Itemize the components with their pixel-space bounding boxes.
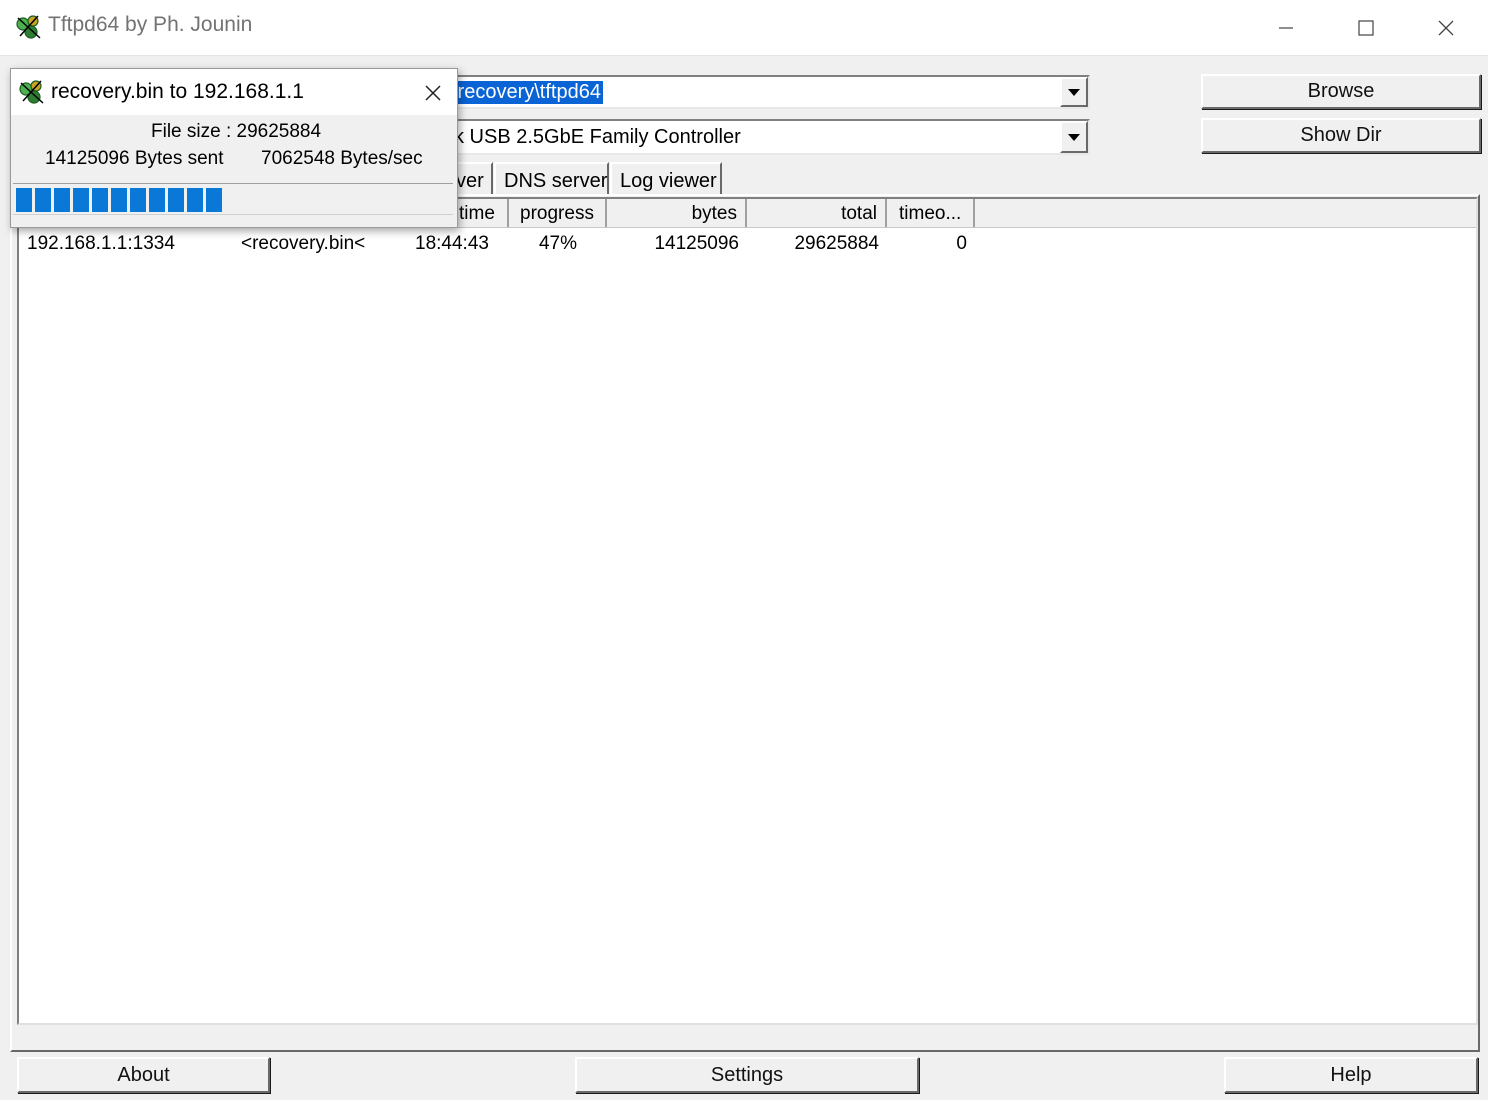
interface-dropdown-button[interactable] <box>1060 121 1088 153</box>
progress-block <box>206 188 222 212</box>
cell-file: <recovery.bin< <box>241 233 366 254</box>
progress-block <box>187 188 203 212</box>
tftpd-app-icon <box>19 80 44 104</box>
progress-block <box>111 188 127 212</box>
minimize-icon <box>1279 26 1293 29</box>
progress-block <box>168 188 184 212</box>
tftpd-app-icon <box>16 15 41 39</box>
cell-peer: 192.168.1.1:1334 <box>27 233 175 254</box>
minimize-button[interactable] <box>1246 0 1326 55</box>
directory-dropdown-button[interactable] <box>1060 77 1088 107</box>
current-directory-value: \recovery\tftpd64 <box>450 81 603 104</box>
about-button[interactable]: About <box>17 1057 270 1093</box>
column-header-timeout[interactable]: timeo... <box>887 199 975 227</box>
transfer-progress-dialog[interactable]: recovery.bin to 192.168.1.1 File size : … <box>10 68 458 228</box>
cell-progress: 47% <box>538 233 578 254</box>
server-interface-combo[interactable]: k USB 2.5GbE Family Controller <box>440 119 1090 155</box>
browse-button[interactable]: Browse <box>1201 74 1481 109</box>
column-header-progress[interactable]: progress <box>509 199 607 227</box>
title-bar: Tftpd64 by Ph. Jounin <box>0 0 1488 56</box>
bytes-sent-text: 14125096 Bytes sent <box>45 148 224 169</box>
progress-block <box>35 188 51 212</box>
tab-log-viewer[interactable]: Log viewer <box>610 162 722 194</box>
chevron-down-icon <box>1068 88 1080 96</box>
column-header-total[interactable]: total <box>747 199 887 227</box>
dialog-title: recovery.bin to 192.168.1.1 <box>51 80 304 103</box>
current-directory-combo[interactable]: \recovery\tftpd64 <box>440 75 1090 109</box>
cell-time: 18:44:43 <box>415 233 489 254</box>
server-interface-value: k USB 2.5GbE Family Controller <box>454 126 741 148</box>
progress-block <box>92 188 108 212</box>
close-icon <box>1438 20 1454 35</box>
cell-timeout: 0 <box>956 233 967 254</box>
chevron-down-icon <box>1068 133 1080 141</box>
transfer-rate-text: 7062548 Bytes/sec <box>261 148 423 169</box>
help-button[interactable]: Help <box>1224 1057 1478 1093</box>
tab-dns-server[interactable]: DNS server <box>494 162 609 194</box>
column-header-bytes[interactable]: bytes <box>607 199 747 227</box>
cell-bytes: 14125096 <box>654 233 739 254</box>
maximize-button[interactable] <box>1326 0 1406 55</box>
dialog-title-bar: recovery.bin to 192.168.1.1 <box>11 69 457 115</box>
progress-block <box>149 188 165 212</box>
show-dir-button[interactable]: Show Dir <box>1201 118 1481 153</box>
file-size-text: File size : 29625884 <box>151 121 322 142</box>
window-title: Tftpd64 by Ph. Jounin <box>48 13 253 36</box>
settings-button[interactable]: Settings <box>575 1057 919 1093</box>
progress-block <box>16 188 32 212</box>
close-button[interactable] <box>1406 0 1486 55</box>
maximize-icon <box>1358 19 1374 36</box>
transfers-list[interactable]: time progress bytes total timeo... 192.1… <box>17 197 1478 1025</box>
transfer-progress-bar <box>13 183 453 215</box>
progress-block <box>54 188 70 212</box>
cell-total: 29625884 <box>794 233 879 254</box>
close-icon[interactable] <box>421 81 445 105</box>
progress-block <box>130 188 146 212</box>
progress-block <box>73 188 89 212</box>
